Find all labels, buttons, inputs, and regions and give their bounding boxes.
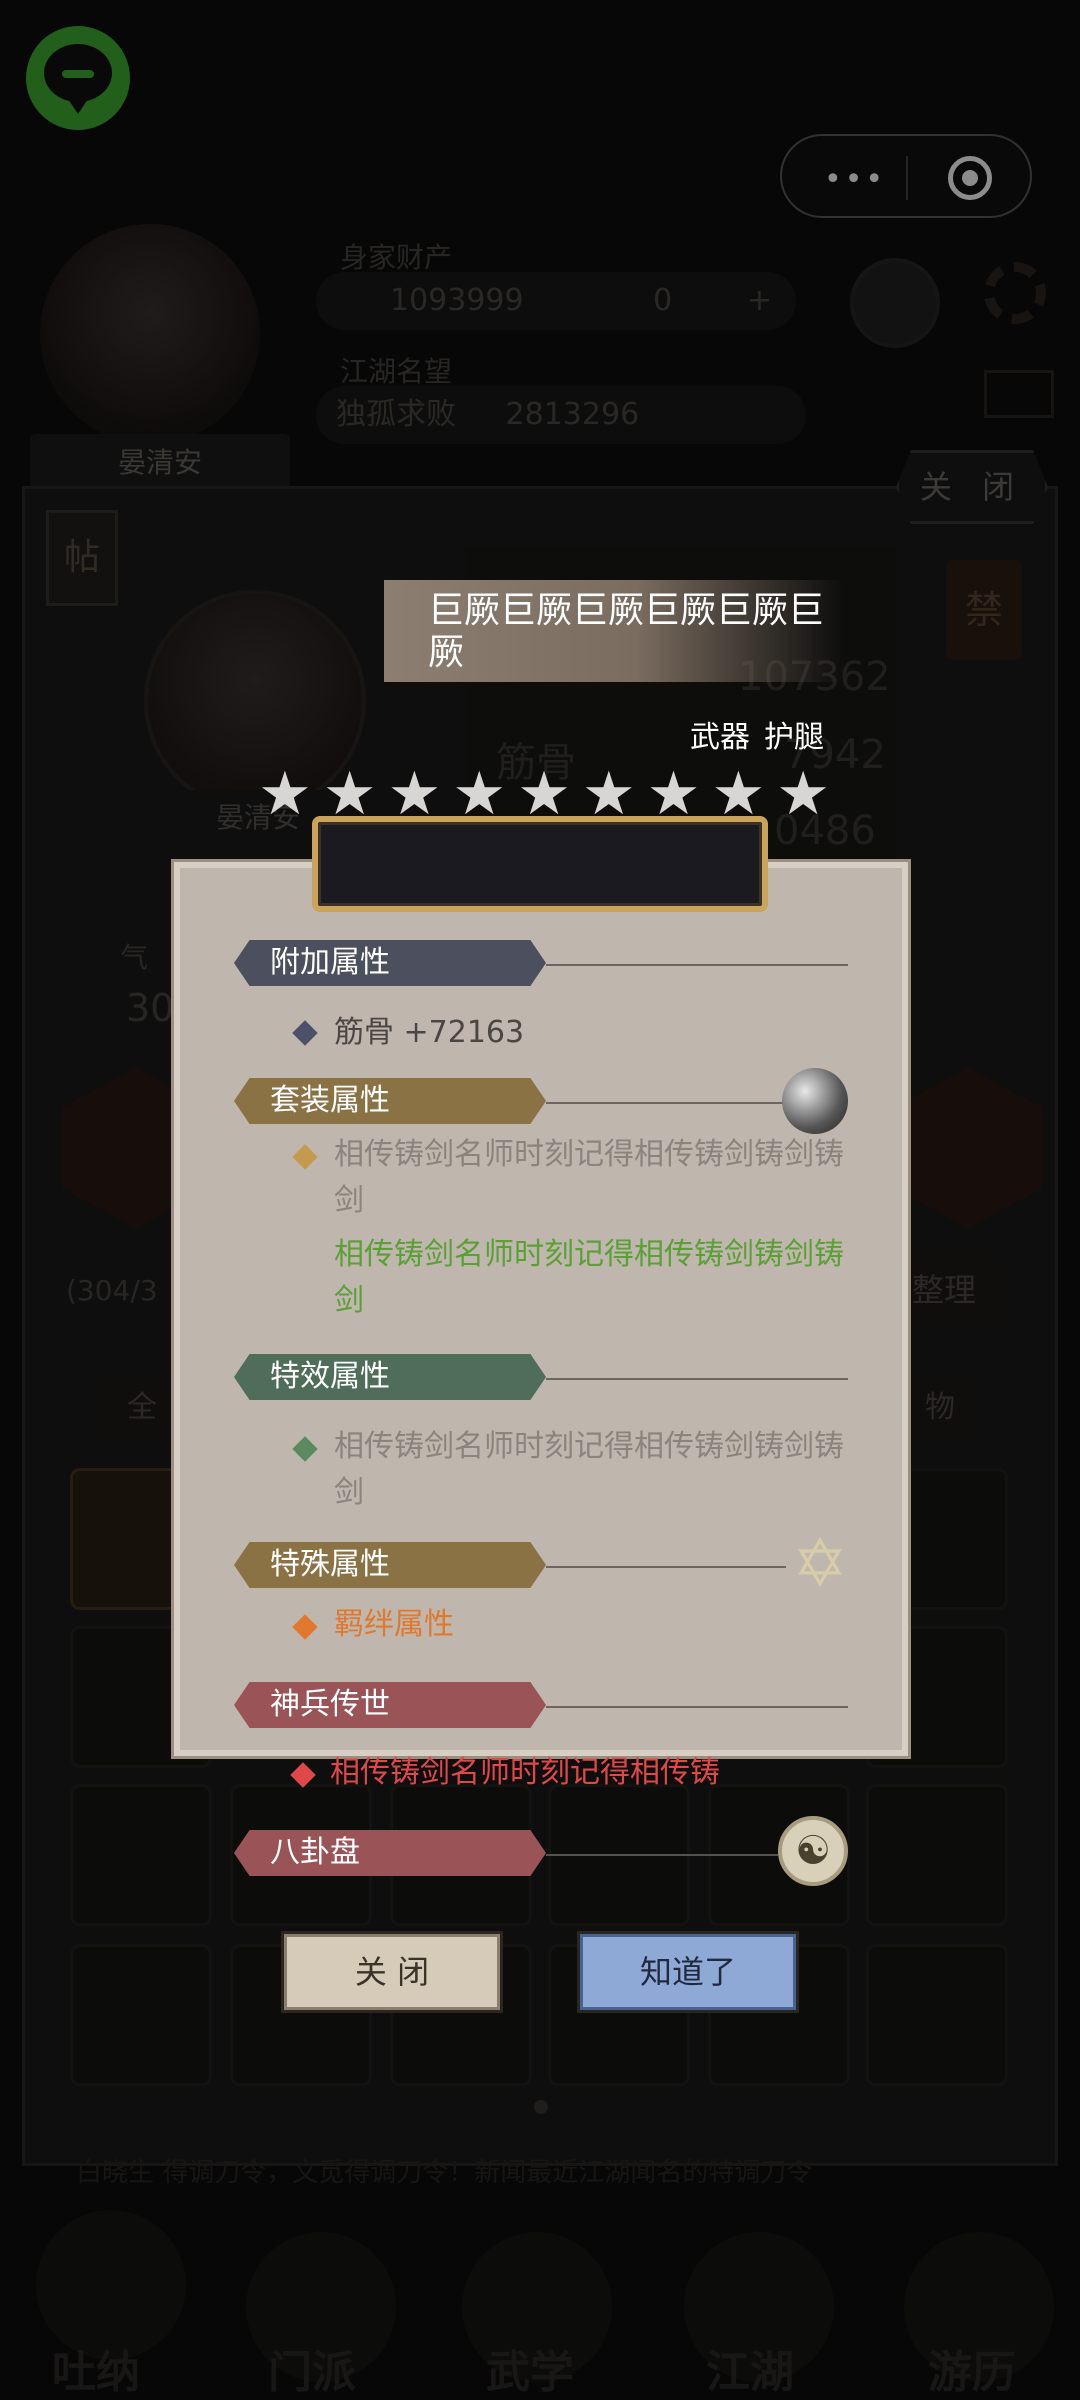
set-attr-line2: 相传铸剑名师时刻记得相传铸剑铸剑铸剑 — [334, 1237, 844, 1318]
effect-attr-text: 相传铸剑名师时刻记得相传铸剑铸剑铸剑 — [334, 1429, 844, 1510]
star-icon: ★ — [646, 759, 701, 829]
item-tag-weapon: 武器 — [690, 720, 750, 755]
star-icon: ★ — [387, 759, 442, 829]
section-special-title: 特殊属性 — [234, 1542, 546, 1588]
section-extra-title: 附加属性 — [234, 940, 546, 986]
bagua-icon[interactable]: ☯ — [778, 1816, 848, 1886]
set-attr-line1: 相传铸剑名师时刻记得相传铸剑铸剑铸剑 — [334, 1137, 844, 1218]
section-legend-title: 神兵传世 — [234, 1682, 546, 1728]
star-icon: ★ — [452, 759, 507, 829]
item-name: 巨厥巨厥巨厥巨厥巨厥巨厥 — [428, 590, 825, 673]
extra-attr-text: 筋骨 +72163 — [334, 1015, 525, 1050]
item-name-banner: 巨厥巨厥巨厥巨厥巨厥巨厥 — [384, 580, 844, 682]
legend-attr-text: 相传铸剑名师时刻记得相传铸 — [330, 1755, 720, 1790]
ok-button[interactable]: 知道了 — [580, 1934, 796, 2010]
divider — [546, 1706, 848, 1708]
star-icon: ★ — [581, 759, 636, 829]
star-icon: ★ — [517, 759, 571, 829]
section-effect-title: 特效属性 — [234, 1354, 546, 1400]
star-icon: ★ — [776, 759, 831, 829]
item-tags: 武器 护腿 — [690, 712, 838, 756]
close-button[interactable]: 关 闭 — [284, 1934, 500, 2010]
divider — [546, 1566, 786, 1568]
divider — [546, 1854, 778, 1856]
special-attr-text: 羁绊属性 — [334, 1607, 454, 1642]
hexagram-star-icon[interactable]: ✡ — [784, 1528, 856, 1600]
yin-yang-icon[interactable] — [782, 1068, 848, 1134]
bullet-diamond-icon — [292, 1436, 318, 1462]
item-detail-card: 附加属性 筋骨 +72163 套装属性 相传铸剑名师时刻记得相传铸剑铸剑铸剑 相… — [174, 862, 908, 1756]
section-set-title: 套装属性 — [234, 1078, 546, 1124]
divider — [546, 964, 848, 966]
section-bagua-title: 八卦盘 — [234, 1830, 546, 1876]
bullet-diamond-icon — [292, 1020, 318, 1046]
bullet-diamond-icon — [292, 1614, 318, 1640]
bullet-diamond-icon — [292, 1144, 318, 1170]
item-tag-legs: 护腿 — [764, 720, 824, 755]
star-icon: ★ — [711, 759, 766, 829]
star-icon: ★ — [257, 759, 312, 829]
star-rating: ★ ★ ★ ★ ★ ★ ★ ★ ★ — [254, 764, 834, 824]
star-icon: ★ — [322, 759, 377, 829]
divider — [546, 1378, 848, 1380]
item-name-plate — [312, 816, 768, 912]
divider — [546, 1102, 786, 1104]
